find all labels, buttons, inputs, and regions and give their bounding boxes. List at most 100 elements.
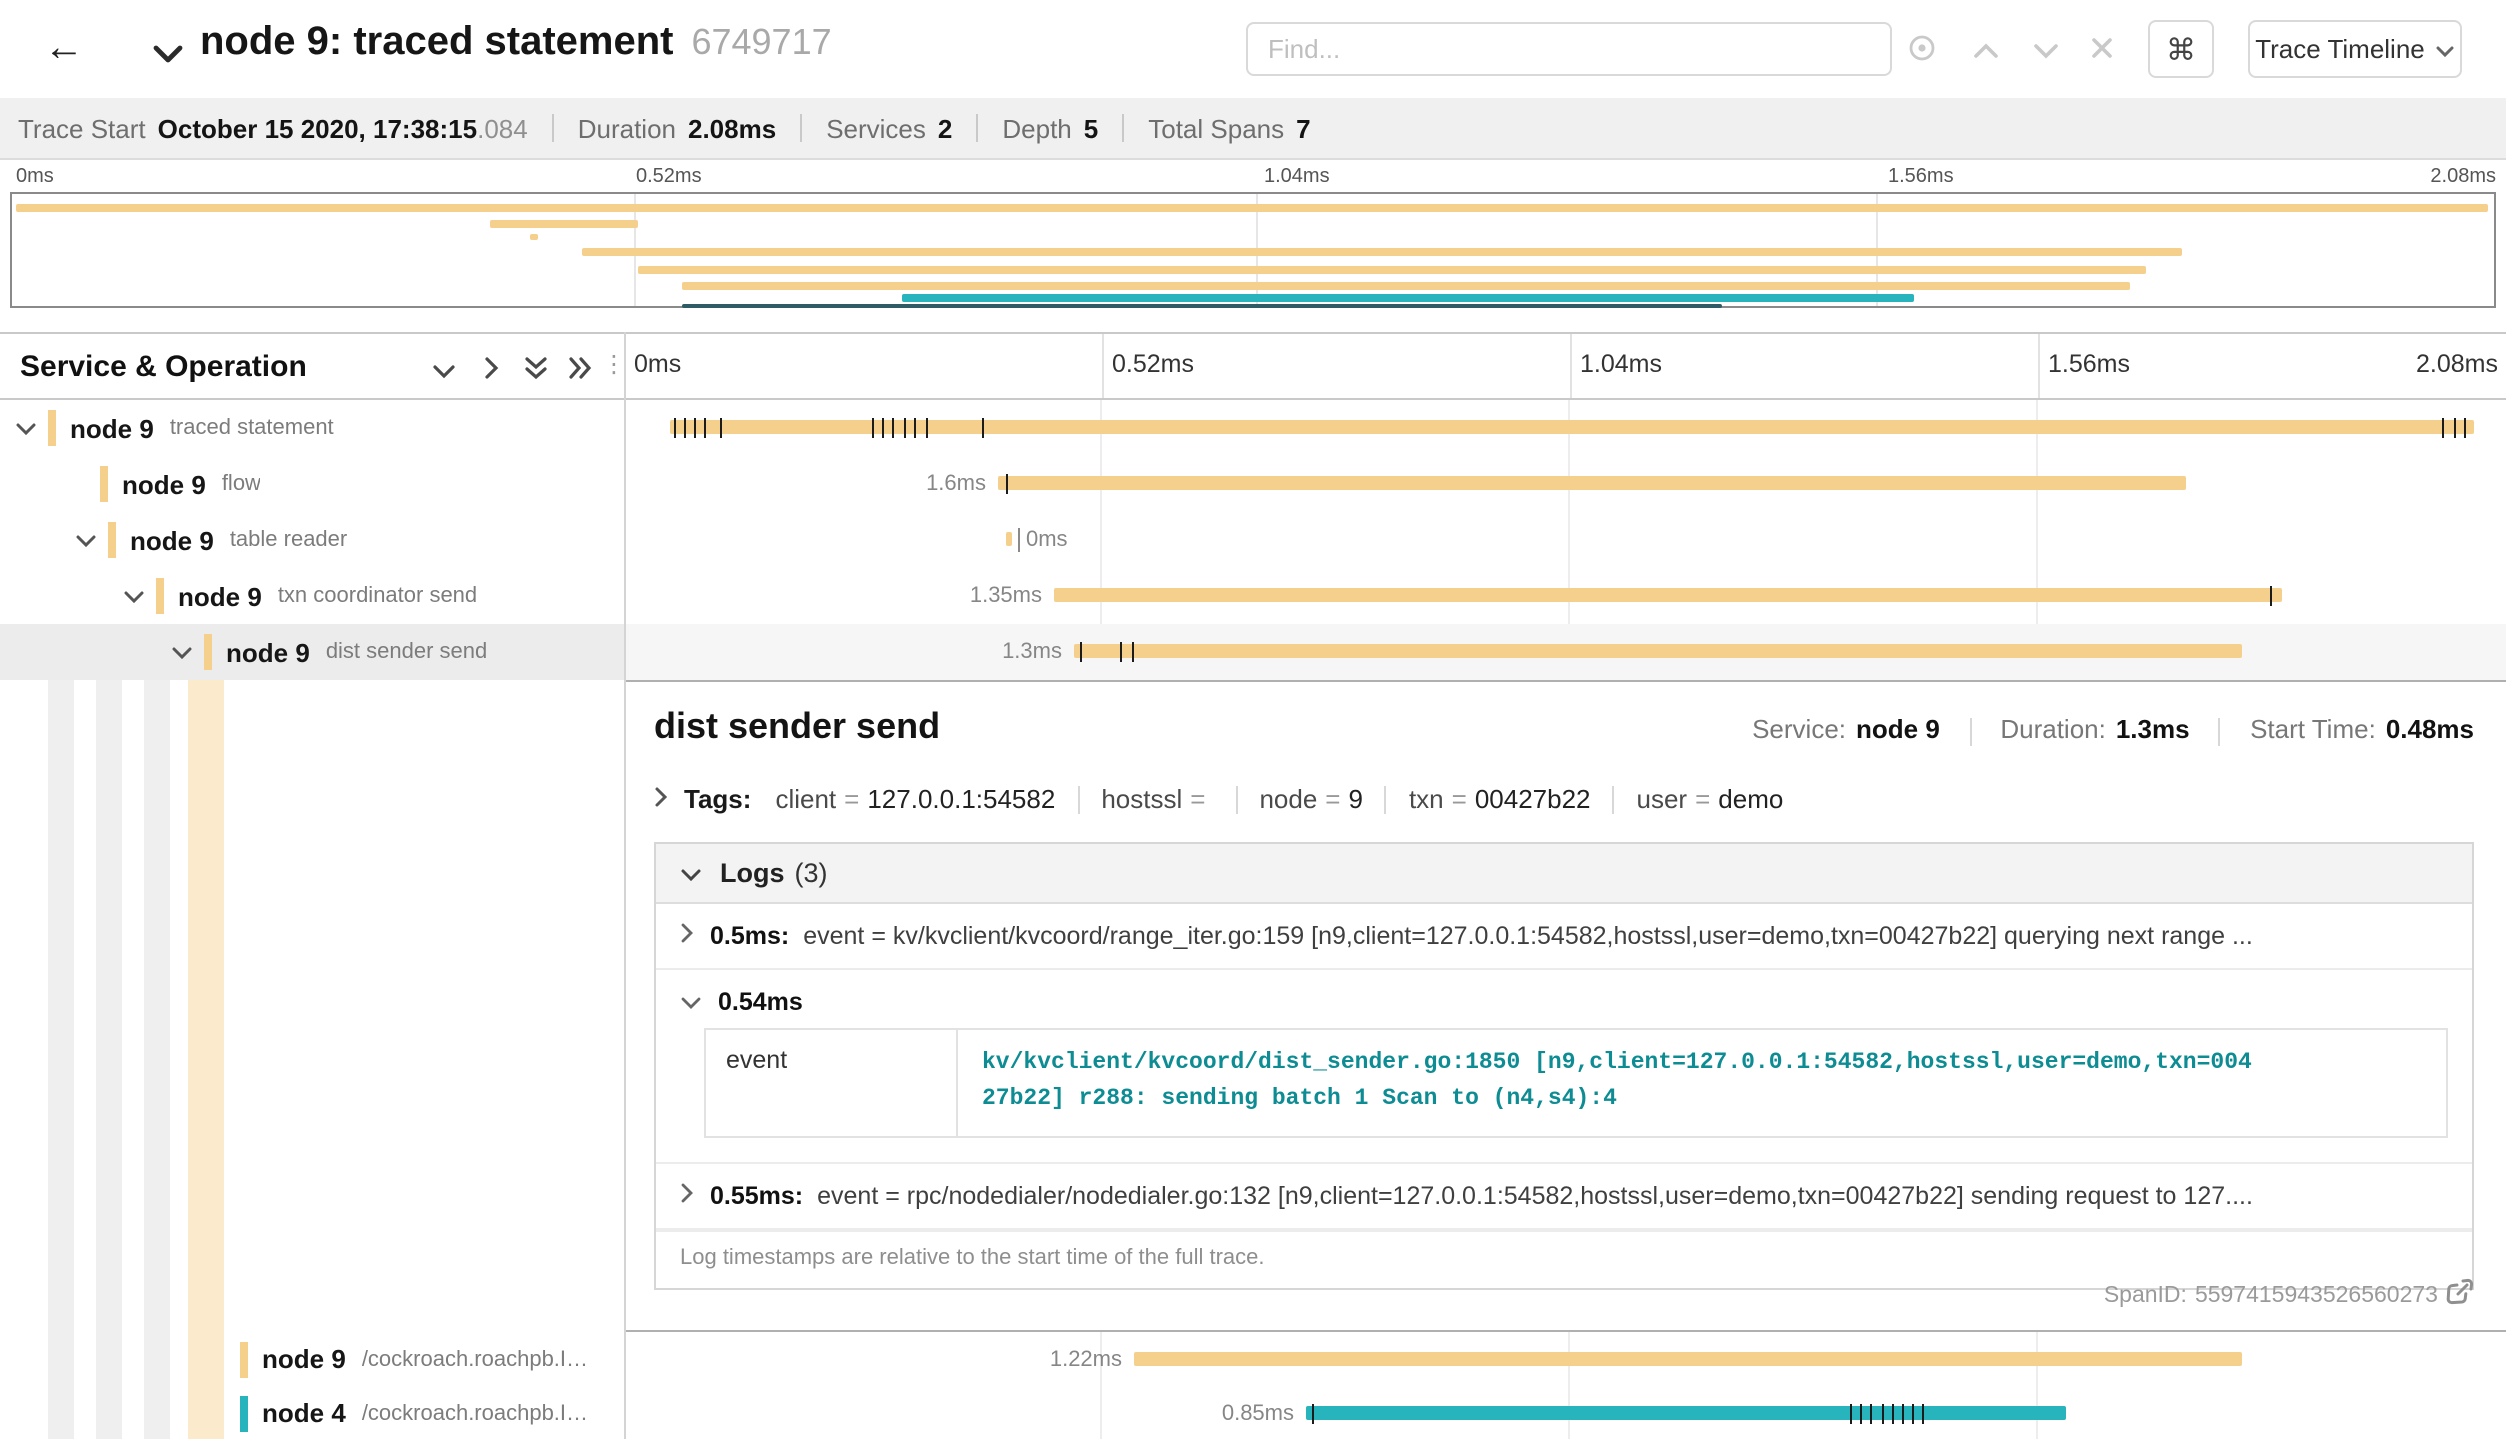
minimap-span-bar-teal (902, 294, 1914, 302)
log-marker (1850, 1404, 1852, 1424)
log-marker (926, 418, 928, 438)
chevron-down-icon (680, 858, 702, 888)
collapse-all-button[interactable] (520, 356, 552, 384)
column-resize-grip[interactable]: ⋮ (602, 350, 626, 378)
start-time-label: Start Time: (2250, 714, 2376, 744)
keyboard-shortcuts-button[interactable]: ⌘ (2148, 20, 2214, 78)
span-duration-label: 0.85ms (1194, 1402, 1294, 1426)
span-id-row: SpanID: 5597415943526560273 (2104, 1278, 2474, 1312)
log-marker (694, 418, 696, 438)
find-next-button[interactable] (2028, 32, 2064, 68)
span-duration-label: 1.22ms (1022, 1348, 1122, 1372)
trace-timeline-dropdown[interactable]: Trace Timeline (2248, 20, 2462, 78)
span-row-node9-grpc[interactable]: node 9 /cockroach.roachpb.I… 1.22ms (0, 1332, 2506, 1386)
span-bar[interactable] (998, 476, 2186, 490)
span-bar[interactable] (1006, 532, 1012, 546)
detail-header: dist sender send Service:node 9 Duration… (654, 706, 2474, 748)
span-timeline-cell[interactable]: 1.35ms (626, 568, 2506, 624)
find-clear-button[interactable] (2084, 32, 2120, 68)
log-entry-expanded-header[interactable]: 0.54ms (656, 970, 2472, 1024)
indent-guide (144, 680, 170, 1332)
span-row-dist-sender-send-selected[interactable]: node 9 dist sender send 1.3ms (0, 624, 2506, 680)
operation-name: /cockroach.roachpb.I… (362, 1401, 588, 1425)
log-marker (914, 418, 916, 438)
log-marker (1312, 1404, 1314, 1424)
span-tree-cell[interactable]: node 9 dist sender send (0, 624, 624, 680)
span-duration-label: 1.3ms (962, 640, 1062, 664)
total-spans-label: Total Spans (1148, 113, 1284, 143)
chevron-down-icon[interactable] (16, 421, 36, 435)
collapse-one-button[interactable] (428, 356, 460, 384)
span-duration-label: 1.35ms (942, 584, 1042, 608)
span-tree-cell[interactable]: node 4 /cockroach.roachpb.I… (0, 1386, 624, 1439)
span-timeline-cell[interactable]: 1.22ms (626, 1332, 2506, 1386)
tags-accordion[interactable]: Tags: client=127.0.0.1:54582 hostssl= no… (654, 784, 2474, 814)
chevron-down-icon[interactable] (124, 589, 144, 603)
chevron-down-icon[interactable] (76, 533, 96, 547)
span-bar-teal[interactable] (1306, 1406, 2066, 1420)
log-entry-collapsed[interactable]: 0.55ms: event = rpc/nodedialer/nodediale… (656, 1162, 2472, 1230)
trace-id: 6749717 (691, 22, 831, 62)
span-timeline-cell[interactable]: 1.6ms (626, 456, 2506, 512)
separator (1613, 785, 1615, 813)
span-row-flow[interactable]: node 9 flow 1.6ms (0, 456, 2506, 512)
chevron-down-icon[interactable] (172, 645, 192, 659)
log-summary: event = rpc/nodedialer/nodedialer.go:132… (817, 1182, 2253, 1210)
minimap-axis: 0ms 0.52ms 1.04ms 1.56ms 2.08ms (10, 166, 2496, 190)
find-prev-button[interactable] (1968, 32, 2004, 68)
match-scope-button[interactable] (1904, 32, 1940, 68)
span-tree-cell[interactable]: node 9 traced statement (0, 400, 624, 456)
log-marker (1120, 642, 1122, 662)
minimap-tick-label: 0.52ms (636, 166, 702, 188)
expand-one-button[interactable] (476, 356, 508, 384)
span-row-txn-coordinator-send[interactable]: node 9 txn coordinator send 1.35ms (0, 568, 2506, 624)
log-marker (2454, 418, 2456, 438)
ruler-tick (1570, 334, 1572, 398)
span-row-table-reader[interactable]: node 9 table reader 0ms (0, 512, 2506, 568)
separator (800, 114, 802, 142)
log-marker (1912, 1404, 1914, 1424)
service-name: node 9 (122, 469, 206, 499)
trace-summary-bar: Trace Start October 15 2020, 17:38:15.08… (0, 98, 2506, 160)
span-timeline-cell[interactable]: 1.3ms (626, 624, 2506, 680)
span-bar[interactable] (670, 420, 2474, 434)
command-key-icon: ⌘ (2166, 33, 2196, 67)
chevron-right-icon (680, 922, 694, 950)
operation-name: table reader (230, 528, 347, 552)
span-tree-cell[interactable]: node 9 table reader (0, 512, 624, 568)
trace-collapse-chevron-icon[interactable] (152, 38, 184, 74)
log-marker (1080, 642, 1082, 662)
back-button[interactable]: ← (28, 20, 100, 76)
span-bar[interactable] (1054, 588, 2282, 602)
span-timeline-cell[interactable] (626, 400, 2506, 456)
expand-all-button[interactable] (564, 356, 596, 384)
link-icon[interactable] (2446, 1278, 2474, 1312)
span-row-node4-grpc[interactable]: node 4 /cockroach.roachpb.I… 0.85ms (0, 1386, 2506, 1439)
tag-item: hostssl= (1101, 784, 1213, 814)
span-bar[interactable] (1134, 1352, 2242, 1366)
logs-accordion: Logs (3) 0.5ms: event = kv/kvclient/kvco… (654, 842, 2474, 1290)
find-input[interactable] (1246, 22, 1892, 76)
tag-key: user (1637, 784, 1688, 814)
duration-value: 1.3ms (2116, 714, 2190, 744)
span-row-traced-statement[interactable]: node 9 traced statement (0, 400, 2506, 456)
minimap-tick-label: 1.56ms (1888, 166, 1954, 188)
span-tree-cell[interactable]: node 9 /cockroach.roachpb.I… (0, 1332, 624, 1386)
services-label: Services (826, 113, 926, 143)
span-timeline-cell[interactable]: 0.85ms (626, 1386, 2506, 1439)
span-bar[interactable] (1074, 644, 2242, 658)
span-timeline-cell[interactable]: 0ms (626, 512, 2506, 568)
close-icon (2090, 35, 2114, 65)
span-duration-label: 0ms (1026, 528, 1126, 552)
logs-accordion-header[interactable]: Logs (3) (656, 844, 2472, 904)
span-tree-cell[interactable]: node 9 flow (0, 456, 624, 512)
service-name: node 4 (262, 1398, 346, 1428)
log-marker (674, 418, 676, 438)
span-tree-cell[interactable]: node 9 txn coordinator send (0, 568, 624, 624)
trace-minimap[interactable] (10, 192, 2496, 308)
trace-start-label: Trace Start (18, 113, 146, 143)
minimap-tick-label: 0ms (16, 166, 54, 188)
detail-span-name: dist sender send (654, 706, 940, 748)
minimap-span-bar (530, 234, 538, 240)
log-entry-collapsed[interactable]: 0.5ms: event = kv/kvclient/kvcoord/range… (656, 904, 2472, 970)
